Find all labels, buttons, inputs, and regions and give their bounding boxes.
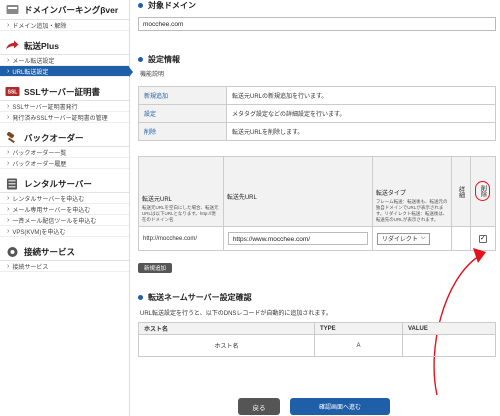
- sidebar-item-connection[interactable]: 接続サービス: [0, 261, 129, 272]
- dns-table: ホスト名 TYPE VALUE ホスト名 A: [138, 322, 496, 357]
- sidebar-item-backorder-list[interactable]: バックオーダー一覧: [0, 147, 129, 158]
- dns-col-host: ホスト名: [138, 322, 315, 335]
- col-type-label: 転送タイプ: [375, 190, 406, 197]
- transfer-type-value: リダイレクト: [381, 237, 418, 243]
- table-header-row: ホスト名 TYPE VALUE: [138, 322, 496, 335]
- sidebar-item-bulk-mail[interactable]: 一斉メール配信ツールを申込む: [0, 215, 129, 226]
- col-delete-label: 削除: [475, 180, 491, 201]
- sidebar-head-domain: ドメインバーキングβver: [0, 0, 129, 20]
- connection-icon: [4, 245, 20, 259]
- dns-title: 転送ネームサーバー設定確認: [138, 292, 252, 303]
- sidebar-item-domain-add[interactable]: ドメイン追加・解除: [0, 20, 129, 31]
- sidebar-head-label: SSLサーバー証明書: [24, 86, 100, 97]
- function-desc-label: 機能説明: [140, 72, 165, 78]
- source-url-value: http://mocchee.com/: [138, 226, 224, 251]
- ssl-icon: SSL: [4, 85, 20, 99]
- sidebar-item-ssl-issue[interactable]: SSLサーバー証明書発行: [0, 101, 129, 112]
- function-key-delete: 削除: [138, 122, 227, 141]
- col-detail: 詳細: [450, 156, 471, 227]
- col-dest-url: 転送先URL: [222, 156, 373, 227]
- sidebar-item-mail-forward[interactable]: メール転送設定: [0, 55, 129, 66]
- sidebar: ドメインバーキングβver ドメイン追加・解除 転送Plus メール転送設定 U…: [0, 0, 133, 416]
- dns-note: URL転送設定を行うと、以下のDNSレコードが自動的に追加されます。: [140, 311, 332, 317]
- sidebar-item-vps[interactable]: VPS(KVM)を申込む: [0, 226, 129, 237]
- table-row: 新規追加 転送元URLの新規追加を行います。: [138, 86, 496, 105]
- target-domain-field: mocchee.com: [138, 17, 496, 31]
- dns-col-value: VALUE: [402, 322, 496, 335]
- table-row: 設定 メタタグ設定などの詳細設定を行います。: [138, 104, 496, 123]
- sidebar-head-label: ドメインバーキングβver: [24, 4, 119, 15]
- sidebar-head-service: 接続サービス: [0, 243, 129, 261]
- sidebar-head-ssl: SSL SSLサーバー証明書: [0, 83, 129, 101]
- sidebar-item-url-forward[interactable]: URL転送設定: [0, 66, 133, 77]
- domain-icon: [4, 3, 20, 17]
- annotation-arrow-icon: [433, 248, 486, 396]
- back-button[interactable]: 戻る: [238, 398, 280, 415]
- table-header-row: 転送元URL 転送元URLを空白にした場合、転送元URLは以下URLとなります。…: [138, 156, 497, 227]
- function-key-add: 新規追加: [138, 86, 227, 105]
- server-icon: [4, 177, 20, 191]
- function-desc: 転送元URLの新規追加を行います。: [226, 86, 496, 105]
- col-delete: 削除: [469, 156, 497, 227]
- function-desc: メタタグ設定などの詳細設定を行います。: [226, 104, 496, 123]
- sidebar-head-label: バックオーダー: [24, 132, 84, 143]
- sidebar-head-label: レンタルサーバー: [24, 178, 92, 189]
- dest-url-cell: https://www.mocchee.com/: [222, 226, 373, 251]
- col-source-label: 転送元URL: [142, 196, 173, 203]
- table-row: 削除 転送元URLを削除します。: [138, 122, 496, 141]
- sidebar-head-label: 接続サービス: [24, 246, 76, 257]
- target-domain-title: 対象ドメイン: [138, 0, 196, 11]
- sidebar-item-mail-server[interactable]: メール専用サーバーを申込む: [0, 204, 129, 215]
- dns-col-type: TYPE: [314, 322, 403, 335]
- col-dest-label: 転送先URL: [226, 195, 257, 201]
- gavel-icon: [4, 131, 20, 145]
- function-table: 新規追加 転送元URLの新規追加を行います。 設定 メタタグ設定などの詳細設定を…: [138, 86, 496, 141]
- sidebar-item-backorder-history[interactable]: バックオーダー履歴: [0, 158, 129, 169]
- col-type-note: フレーム転送：転送後も、転送元の独自ドメインでURLが表示されます。リダイレクト…: [375, 198, 448, 222]
- dest-url-input[interactable]: https://www.mocchee.com/: [227, 232, 368, 245]
- confirm-button[interactable]: 確認画面へ進む: [290, 398, 390, 415]
- dns-value-value: [402, 334, 496, 357]
- svg-text:SSL: SSL: [7, 90, 17, 96]
- sidebar-head-transfer: 転送Plus: [0, 37, 129, 55]
- sidebar-head-rental: レンタルサーバー: [0, 175, 129, 193]
- sidebar-item-rental-server[interactable]: レンタルサーバーを申込む: [0, 193, 129, 204]
- sidebar-item-ssl-manage[interactable]: 発行済みSSLサーバー証明書の管理: [0, 112, 129, 123]
- dns-type-value: A: [314, 334, 403, 357]
- function-desc: 転送元URLを削除します。: [226, 122, 496, 141]
- transfer-arrow-icon: [4, 39, 20, 53]
- sidebar-head-backorder: バックオーダー: [0, 129, 129, 147]
- table-row: ホスト名 A: [138, 334, 496, 357]
- sidebar-head-label: 転送Plus: [24, 40, 59, 51]
- add-new-button[interactable]: 新規追加: [138, 263, 172, 273]
- function-key-setting: 設定: [138, 104, 227, 123]
- col-transfer-type: 転送タイプ フレーム転送：転送後も、転送元の独自ドメインでURLが表示されます。…: [371, 156, 452, 227]
- col-source-note: 転送元URLを空白にした場合、転送元URLは以下URLとなります。http://…: [142, 204, 219, 222]
- dns-host-value: ホスト名: [138, 334, 315, 357]
- settings-title: 設定情報: [138, 54, 180, 65]
- url-mapping-table: 転送元URL 転送元URLを空白にした場合、転送元URLは以下URLとなります。…: [138, 156, 497, 251]
- col-source-url: 転送元URL 転送元URLを空白にした場合、転送元URLは以下URLとなります。…: [138, 156, 224, 227]
